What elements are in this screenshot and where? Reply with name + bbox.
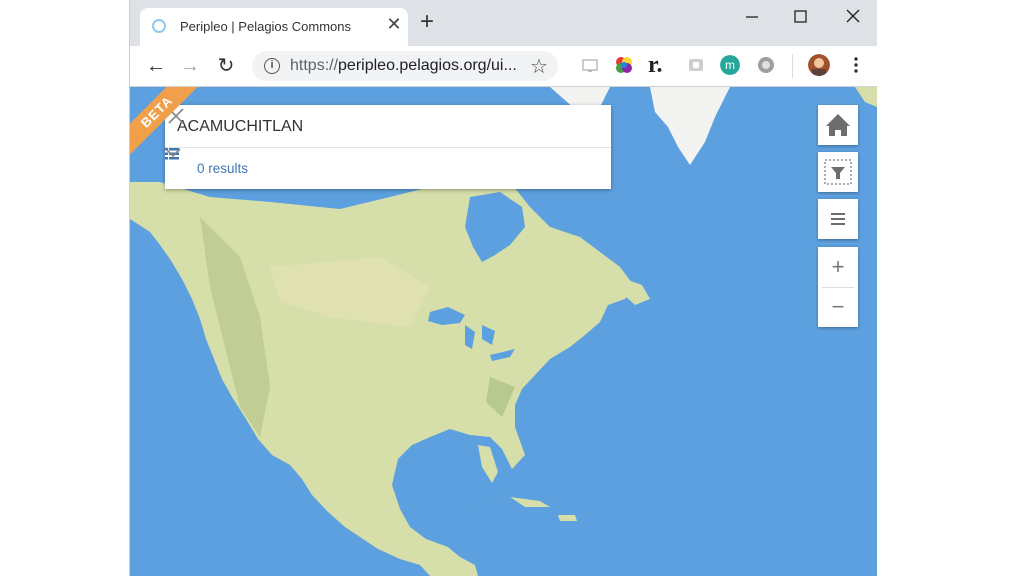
menu-icon [831, 213, 845, 225]
search-panel: 0 results [165, 105, 611, 189]
zoom-in-button[interactable]: + [818, 247, 858, 287]
bookmark-star-icon[interactable]: ☆ [530, 54, 548, 79]
menu-button[interactable] [818, 199, 858, 239]
url-host: peripleo.pelagios.org/ui... [338, 57, 517, 74]
info-icon[interactable]: i [264, 58, 280, 74]
back-button[interactable]: ← [144, 54, 168, 78]
more-menu-icon[interactable] [846, 55, 866, 75]
reload-button[interactable]: ↻ [214, 54, 238, 78]
home-icon [826, 114, 850, 136]
url-text[interactable]: https://peripleo.pelagios.org/ui... [290, 57, 517, 75]
browser-toolbar: ← → ↻ i https://peripleo.pelagios.org/ui… [130, 46, 877, 87]
tab-strip: Peripleo | Pelagios Commons ✕ + [130, 0, 877, 46]
results-toggle[interactable]: 0 results [165, 148, 611, 189]
cast-icon[interactable] [580, 55, 600, 75]
filter-button[interactable] [818, 152, 858, 192]
new-tab-button[interactable]: + [420, 10, 434, 34]
bookmark-extension-icon[interactable] [686, 55, 706, 75]
mendeley-extension-icon[interactable]: m [720, 55, 740, 75]
close-window-button[interactable] [832, 4, 872, 28]
results-count: 0 results [197, 161, 249, 176]
forward-button[interactable]: → [178, 54, 202, 78]
svg-text:m: m [725, 58, 735, 72]
home-button[interactable] [818, 105, 858, 145]
browser-window: Peripleo | Pelagios Commons ✕ + ← → ↻ i … [129, 0, 877, 576]
search-input[interactable] [175, 113, 569, 141]
chevron-down-icon [165, 148, 181, 158]
tab-title: Peripleo | Pelagios Commons [180, 19, 352, 34]
settings-extension-icon[interactable] [756, 55, 776, 75]
browser-tab[interactable]: Peripleo | Pelagios Commons ✕ [140, 8, 408, 46]
tab-close-button[interactable]: ✕ [384, 14, 404, 35]
zoom-out-button[interactable]: − [818, 287, 858, 327]
minimize-button[interactable] [732, 4, 772, 28]
maximize-button[interactable] [780, 4, 820, 28]
hispaniola-landmass [558, 515, 577, 521]
zoom-control: + − [818, 247, 858, 327]
url-protocol: https:// [290, 57, 339, 74]
close-icon [846, 9, 860, 23]
address-bar[interactable]: i https://peripleo.pelagios.org/ui... ☆ [252, 51, 558, 81]
maximize-icon [794, 10, 807, 23]
favicon-icon [152, 19, 166, 33]
color-extension-icon[interactable] [614, 55, 634, 75]
minimize-icon [746, 16, 758, 18]
map-canvas[interactable]: 0 results BETA + − [130, 87, 877, 576]
toolbar-divider [792, 54, 793, 78]
avatar[interactable] [808, 54, 830, 76]
readcube-extension-icon[interactable]: r. [648, 52, 668, 78]
filter-icon [824, 159, 852, 185]
